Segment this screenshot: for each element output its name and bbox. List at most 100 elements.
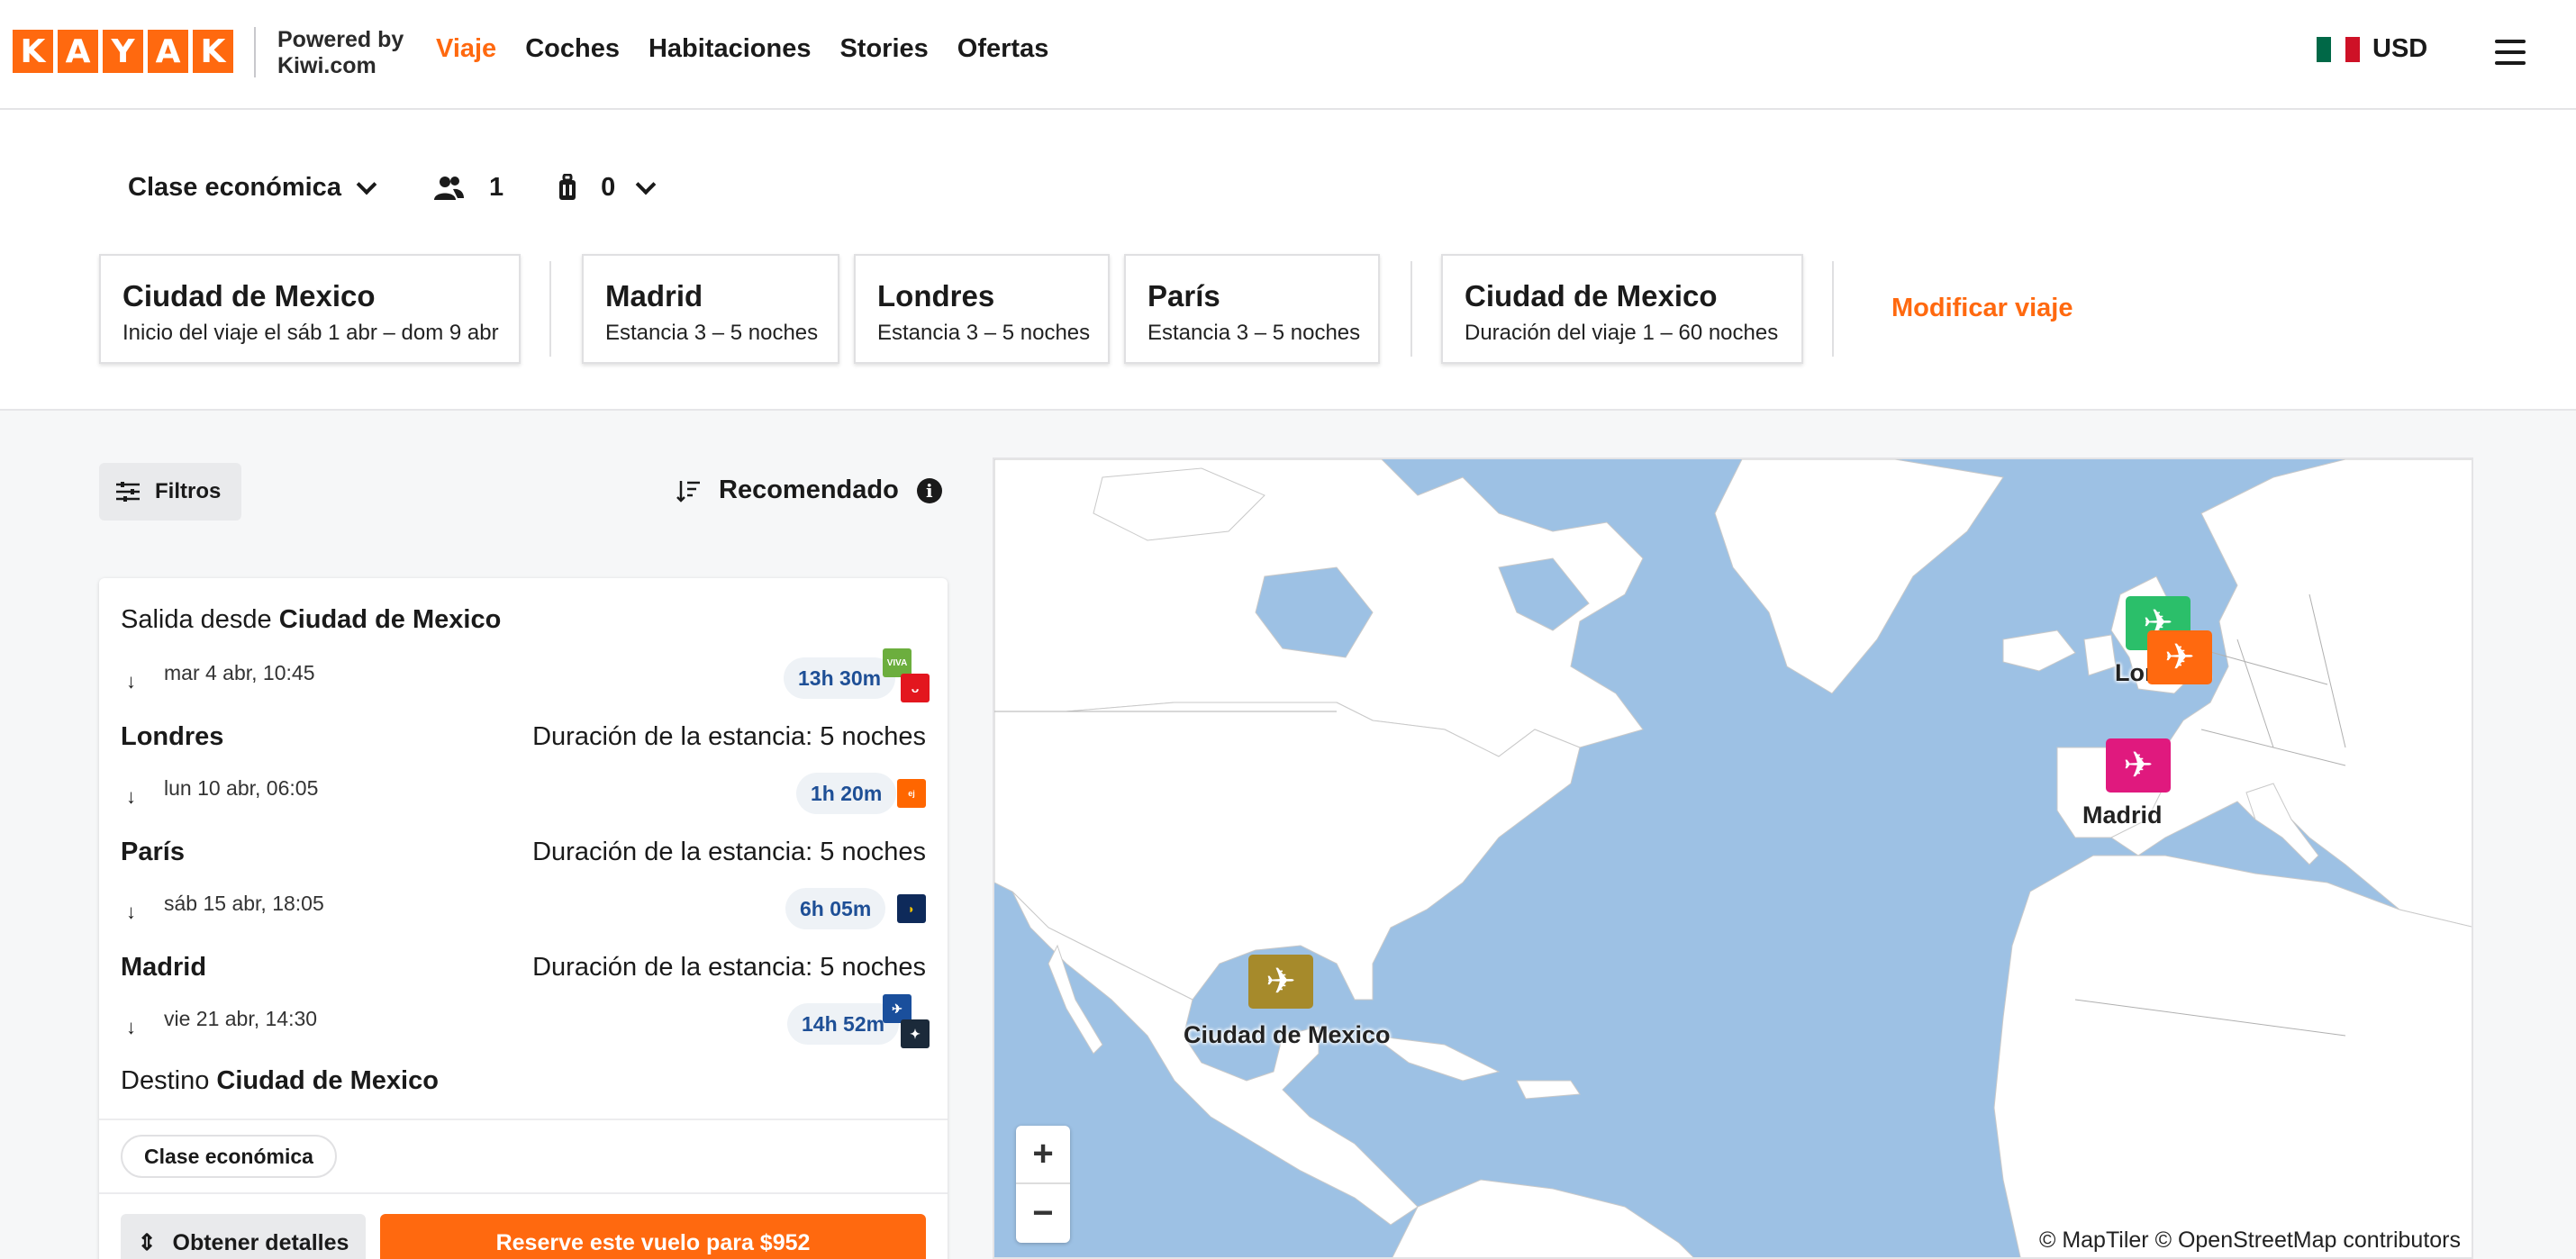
map-pin-paris[interactable]: ✈ bbox=[2147, 630, 2212, 684]
departure-header: Salida desde Ciudad de Mexico bbox=[121, 605, 501, 635]
arrow-down-icon: ↓ bbox=[126, 901, 136, 923]
card-divider bbox=[99, 1192, 948, 1194]
departure-city: Ciudad de Mexico bbox=[278, 605, 502, 634]
cabin-class-dropdown[interactable]: Clase económica bbox=[128, 173, 377, 203]
nav-stories[interactable]: Stories bbox=[839, 34, 928, 64]
currency-label: USD bbox=[2372, 34, 2428, 63]
leg-city: Ciudad de Mexico bbox=[1465, 279, 1718, 312]
leg-origin[interactable]: Ciudad de Mexico Inicio del viaje el sáb… bbox=[99, 254, 521, 364]
mexico-flag-icon bbox=[2317, 36, 2360, 62]
leg-detail: Inicio del viaje el sáb 1 abr – dom 9 ab… bbox=[122, 321, 499, 345]
stop-paris: París Duración de la estancia: 5 noches bbox=[121, 838, 926, 867]
segment-datetime: vie 21 abr, 14:30 bbox=[164, 1007, 318, 1030]
logo-letter: K bbox=[13, 30, 53, 73]
get-details-label: Obtener detalles bbox=[172, 1229, 349, 1255]
book-flight-button[interactable]: Reserve este vuelo para $952 bbox=[380, 1214, 926, 1259]
leg-madrid[interactable]: Madrid Estancia 3 – 5 noches bbox=[582, 254, 839, 364]
stop-city: París bbox=[121, 838, 185, 866]
map-pin-mexico[interactable]: ✈ bbox=[1248, 955, 1313, 1009]
currency-selector[interactable]: USD bbox=[2317, 34, 2427, 64]
stop-londres: Londres Duración de la estancia: 5 noche… bbox=[121, 722, 926, 752]
info-icon[interactable]: i bbox=[916, 477, 942, 503]
bags-count: 0 bbox=[601, 173, 616, 202]
leg-city: París bbox=[1147, 279, 1220, 312]
leg-detail: Estancia 3 – 5 noches bbox=[605, 321, 819, 345]
segment-duration: 6h 05m bbox=[785, 888, 886, 929]
nav-ofertas[interactable]: Ofertas bbox=[957, 34, 1049, 64]
leg-separator bbox=[1832, 261, 1834, 357]
arrow-down-icon: ↓ bbox=[126, 1016, 136, 1038]
stop-stay: Duración de la estancia: 5 noches bbox=[532, 838, 926, 866]
get-details-button[interactable]: ⇕ Obtener detalles bbox=[121, 1214, 366, 1259]
leg-londres[interactable]: Londres Estancia 3 – 5 noches bbox=[854, 254, 1110, 364]
search-options: Clase económica 1 0 bbox=[128, 173, 657, 203]
segment-datetime: sáb 15 abr, 18:05 bbox=[164, 892, 324, 915]
logo-letter: K bbox=[193, 30, 233, 73]
sort-icon bbox=[676, 480, 700, 503]
logo-letter: A bbox=[58, 30, 98, 73]
sort-selector[interactable]: Recomendado i bbox=[676, 476, 942, 505]
hamburger-menu-icon[interactable] bbox=[2495, 40, 2526, 65]
segment-duration: 13h 30m bbox=[784, 657, 896, 699]
stop-stay: Duración de la estancia: 5 noches bbox=[532, 953, 926, 982]
segment-datetime: mar 4 abr, 10:45 bbox=[164, 661, 315, 684]
zoom-in-button[interactable]: + bbox=[1016, 1126, 1070, 1184]
nav-viaje[interactable]: Viaje bbox=[436, 34, 496, 64]
destination-header: Destino Ciudad de Mexico bbox=[121, 1066, 439, 1096]
passengers-selector[interactable]: 1 bbox=[433, 173, 503, 203]
leg-city: Madrid bbox=[605, 279, 703, 312]
filters-button[interactable]: Filtros bbox=[99, 463, 241, 521]
cabin-class-label: Clase económica bbox=[128, 173, 341, 202]
bags-selector[interactable]: 0 bbox=[558, 173, 657, 203]
powered-by-text: Powered by bbox=[277, 27, 404, 52]
flight-segment[interactable]: ↓ mar 4 abr, 10:45 13h 30m VIVA ᴗ bbox=[121, 648, 930, 702]
powered-by-kiwi: Powered by Kiwi.com bbox=[254, 27, 404, 78]
airline-logo-icon: ej bbox=[897, 779, 926, 808]
kayak-logo[interactable]: K A Y A K bbox=[13, 30, 233, 73]
leg-city: Ciudad de Mexico bbox=[122, 279, 376, 312]
leg-return[interactable]: Ciudad de Mexico Duración del viaje 1 – … bbox=[1441, 254, 1803, 364]
world-map-background bbox=[994, 459, 2472, 1257]
stop-stay: Duración de la estancia: 5 noches bbox=[532, 722, 926, 751]
logo-letter: A bbox=[148, 30, 188, 73]
map-zoom-control: + − bbox=[1016, 1126, 1070, 1243]
segment-datetime: lun 10 abr, 06:05 bbox=[164, 776, 319, 800]
airline-logo-icon: ᴗ bbox=[901, 674, 930, 702]
segment-duration: 1h 20m bbox=[796, 773, 897, 814]
passengers-count: 1 bbox=[488, 173, 504, 202]
map-label-mexico: Ciudad de Mexico bbox=[1184, 1021, 1391, 1048]
zoom-out-button[interactable]: − bbox=[1016, 1184, 1070, 1243]
stop-madrid: Madrid Duración de la estancia: 5 noches bbox=[121, 953, 926, 983]
itinerary-card[interactable]: Salida desde Ciudad de Mexico ↓ mar 4 ab… bbox=[99, 578, 948, 1259]
filter-sliders-icon bbox=[116, 482, 140, 502]
leg-city: Londres bbox=[877, 279, 995, 312]
chevron-down-icon bbox=[356, 174, 377, 195]
stop-city: Londres bbox=[121, 722, 224, 751]
destination-prefix: Destino bbox=[121, 1066, 210, 1095]
flight-segment[interactable]: ↓ sáb 15 abr, 18:05 6h 05m ◗ bbox=[121, 888, 926, 929]
kiwi-text: Kiwi.com bbox=[277, 53, 376, 78]
nav-coches[interactable]: Coches bbox=[525, 34, 620, 64]
flight-segment[interactable]: ↓ vie 21 abr, 14:30 14h 52m ✈ ✦ bbox=[121, 994, 930, 1048]
leg-paris[interactable]: París Estancia 3 – 5 noches bbox=[1124, 254, 1380, 364]
leg-detail: Duración del viaje 1 – 60 noches bbox=[1465, 321, 1779, 345]
map-label-madrid: Madrid bbox=[2082, 802, 2163, 829]
departure-prefix: Salida desde bbox=[121, 605, 272, 634]
destination-city: Ciudad de Mexico bbox=[216, 1066, 439, 1095]
flight-segment[interactable]: ↓ lun 10 abr, 06:05 1h 20m ej bbox=[121, 773, 926, 814]
expand-icon: ⇕ bbox=[137, 1230, 157, 1255]
nav-habitaciones[interactable]: Habitaciones bbox=[649, 34, 812, 64]
sort-label: Recomendado bbox=[719, 476, 899, 504]
leg-detail: Estancia 3 – 5 noches bbox=[1147, 321, 1361, 345]
modify-trip-button[interactable]: Modificar viaje bbox=[1891, 294, 2073, 323]
map-pin-madrid[interactable]: ✈ bbox=[2106, 738, 2171, 793]
leg-separator bbox=[549, 261, 551, 357]
cabin-class-pill: Clase económica bbox=[121, 1135, 337, 1178]
arrow-down-icon: ↓ bbox=[126, 785, 136, 808]
map-attribution[interactable]: © MapTiler © OpenStreetMap contributors bbox=[2027, 1224, 2472, 1257]
main-nav: Viaje Coches Habitaciones Stories Oferta… bbox=[436, 34, 1048, 64]
card-divider bbox=[99, 1119, 948, 1120]
airline-logo-icon: ◗ bbox=[897, 894, 926, 923]
route-map[interactable]: ✈ Ciudad de Mexico ✈ Madrid Londres ✈ ✈ … bbox=[993, 457, 2473, 1259]
chevron-down-icon bbox=[635, 174, 657, 195]
